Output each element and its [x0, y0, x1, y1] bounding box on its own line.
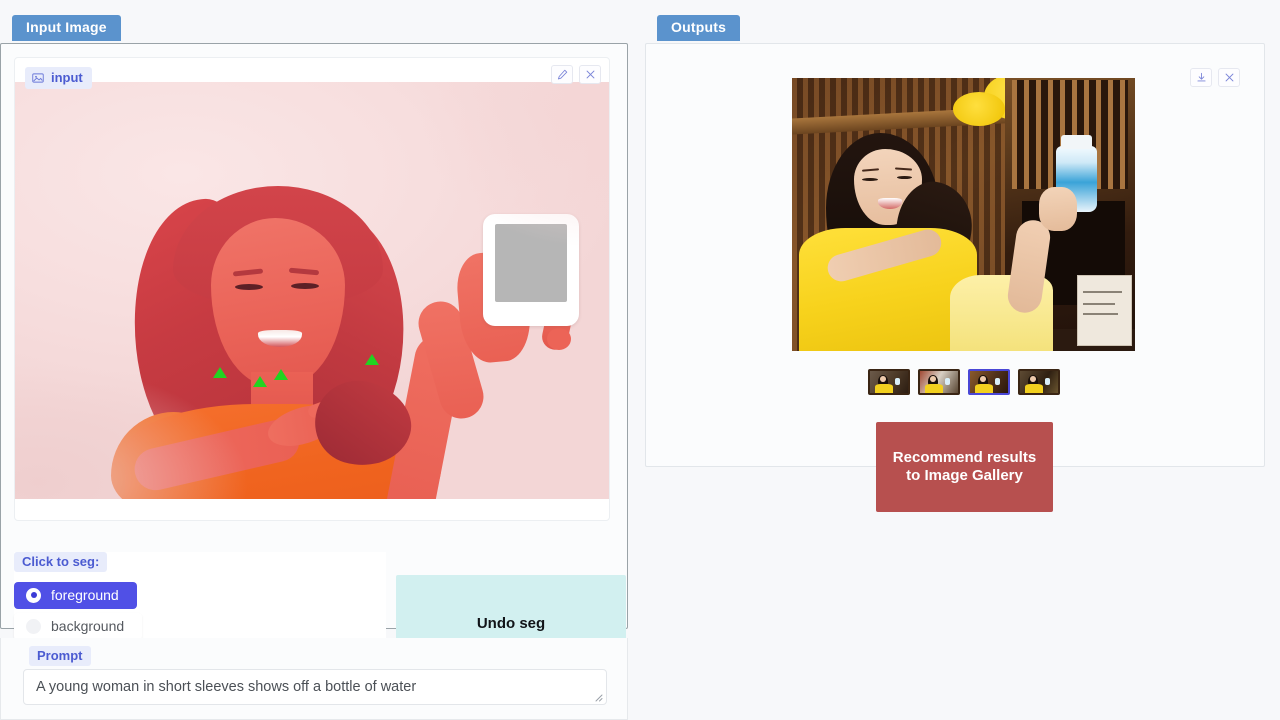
outputs-panel: Outputs Recommend results to Image Galle…: [645, 15, 1265, 512]
input-image-canvas[interactable]: [15, 82, 609, 499]
close-icon: [1224, 72, 1235, 83]
clear-output-button[interactable]: [1218, 68, 1240, 87]
seg-marker-3: [274, 369, 288, 380]
subject-eye-left: [862, 177, 878, 181]
radio-foreground[interactable]: foreground: [14, 582, 137, 609]
edit-image-button[interactable]: [551, 65, 573, 84]
output-thumbnail-strip: [794, 364, 1134, 400]
segment-eye-left: [235, 284, 263, 290]
input-image-toolbar: [551, 65, 601, 84]
prompt-label: Prompt: [29, 646, 91, 666]
input-panel-body: input Click to seg: foreground backgroun…: [0, 43, 628, 671]
download-icon: [1196, 72, 1207, 83]
radio-foreground-label: foreground: [51, 587, 119, 603]
held-device-screen: [495, 224, 567, 302]
radio-dot-filled-icon: [26, 587, 41, 603]
product-bottle-cap: [1061, 135, 1093, 149]
click-to-seg-label: Click to seg:: [14, 552, 108, 572]
subject-hand-holding-bottle: [1038, 187, 1077, 231]
radio-dot-empty-icon: [26, 618, 41, 634]
output-image[interactable]: [792, 78, 1135, 351]
seg-marker-1: [213, 367, 227, 378]
pencil-icon: [557, 69, 568, 80]
click-to-seg-controls: Click to seg: foreground background: [14, 552, 386, 644]
download-output-button[interactable]: [1190, 68, 1212, 87]
input-image-card[interactable]: input: [14, 57, 610, 521]
outputs-card: Recommend results to Image Gallery: [654, 52, 1256, 512]
input-image-badge: input: [25, 67, 92, 89]
background-sign-card: [1076, 274, 1132, 346]
seg-marker-4: [365, 354, 379, 365]
radio-background[interactable]: background: [14, 613, 143, 640]
textarea-resize-handle[interactable]: [593, 692, 603, 702]
output-thumbnail-2[interactable]: [918, 369, 960, 395]
tab-outputs[interactable]: Outputs: [657, 15, 741, 42]
clear-image-button[interactable]: [579, 65, 601, 84]
input-image-panel: Input Image input Click to seg: foregrou…: [0, 15, 628, 671]
close-icon: [585, 69, 596, 80]
segment-knuckle-right: [547, 328, 571, 350]
image-icon: [32, 72, 44, 84]
seg-marker-2: [253, 376, 267, 387]
prompt-panel: Prompt A young woman in short sleeves sh…: [0, 638, 628, 720]
background-plush-toy-2: [953, 92, 1006, 126]
output-thumbnail-4[interactable]: [1018, 369, 1060, 395]
app-root: Input Image input Click to seg: foregrou…: [0, 0, 1280, 720]
tab-input-image[interactable]: Input Image: [12, 15, 121, 42]
outputs-panel-body: Recommend results to Image Gallery: [645, 43, 1265, 512]
segment-eye-right: [291, 283, 319, 289]
prompt-input[interactable]: A young woman in short sleeves shows off…: [23, 669, 607, 705]
output-thumbnail-1[interactable]: [868, 369, 910, 395]
prompt-input-value: A young woman in short sleeves shows off…: [36, 679, 417, 695]
input-image-badge-label: input: [51, 70, 83, 85]
seg-mode-radio-group: foreground background: [14, 582, 386, 640]
recommend-results-button[interactable]: Recommend results to Image Gallery: [876, 422, 1053, 512]
output-thumbnail-3[interactable]: [968, 369, 1010, 395]
outputs-toolbar: [1190, 68, 1240, 87]
radio-background-label: background: [51, 618, 125, 634]
